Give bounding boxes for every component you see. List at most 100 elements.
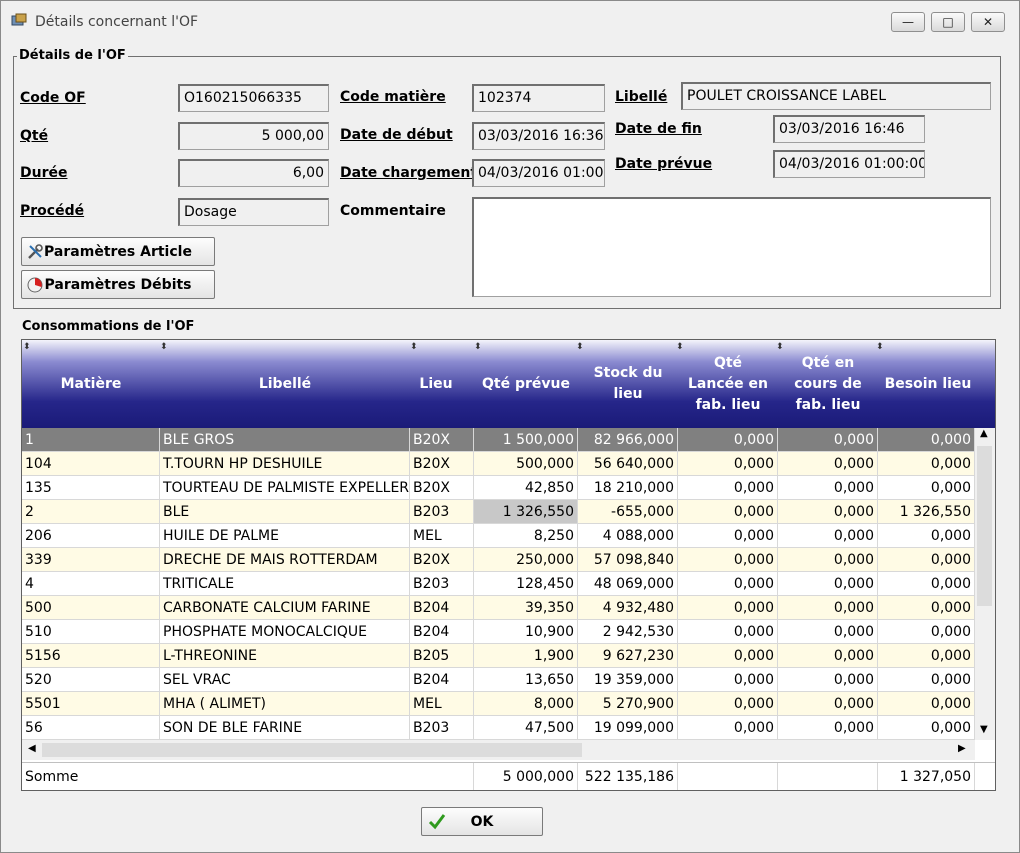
cell-qte-lancee[interactable]: 0,000 [678,620,778,644]
cell-stock[interactable]: 19 099,000 [578,716,678,740]
cell-matiere[interactable]: 2 [22,500,160,524]
cell-libelle[interactable]: DRECHE DE MAIS ROTTERDAM [160,548,410,572]
cell-matiere[interactable]: 4 [22,572,160,596]
cell-besoin[interactable]: 0,000 [878,428,975,452]
cell-matiere[interactable]: 135 [22,476,160,500]
cell-lieu[interactable]: B20X [410,428,474,452]
cell-lieu[interactable]: B20X [410,452,474,476]
cell-stock[interactable]: 19 359,000 [578,668,678,692]
cell-besoin[interactable]: 1 326,550 [878,500,975,524]
cell-qte-en-cours[interactable]: 0,000 [778,620,878,644]
table-row[interactable]: 339 DRECHE DE MAIS ROTTERDAM B20X 250,000 57… [22,548,975,572]
cell-qte-lancee[interactable]: 0,000 [678,524,778,548]
cell-qte-en-cours[interactable]: 0,000 [778,524,878,548]
cell-qte-prevue[interactable]: 8,250 [474,524,578,548]
cell-libelle[interactable]: SEL VRAC [160,668,410,692]
cell-stock[interactable]: -655,000 [578,500,678,524]
scroll-up-icon[interactable]: ▲ [980,428,988,439]
cell-qte-prevue[interactable]: 500,000 [474,452,578,476]
cell-lieu[interactable]: B203 [410,500,474,524]
cell-matiere[interactable]: 1 [22,428,160,452]
cell-qte-lancee[interactable]: 0,000 [678,572,778,596]
cell-matiere[interactable]: 339 [22,548,160,572]
table-row[interactable]: 56 SON DE BLE FARINE B203 47,500 19 099,000 0… [22,716,975,740]
cell-qte-prevue[interactable]: 39,350 [474,596,578,620]
cell-besoin[interactable]: 0,000 [878,452,975,476]
cell-qte-en-cours[interactable]: 0,000 [778,452,878,476]
procede-field[interactable]: Dosage [178,198,329,226]
hscroll-thumb[interactable] [42,743,582,757]
vertical-scrollbar[interactable]: ▲ ▼ [975,428,995,740]
cell-stock[interactable]: 2 942,530 [578,620,678,644]
cell-qte-en-cours[interactable]: 0,000 [778,692,878,716]
libelle-field[interactable]: POULET CROISSANCE LABEL [681,82,991,110]
table-row[interactable]: 206 HUILE DE PALME MEL 8,250 4 088,000 0,000 0… [22,524,975,548]
cell-qte-en-cours[interactable]: 0,000 [778,572,878,596]
table-row[interactable]: 510 PHOSPHATE MONOCALCIQUE B204 10,900 2 942… [22,620,975,644]
col-header-qte-en-cours[interactable]: Qté en cours de fab. lieu [778,340,878,428]
minimize-button[interactable]: — [891,12,925,32]
scroll-right-icon[interactable]: ▶ [958,743,966,754]
cell-qte-en-cours[interactable]: 0,000 [778,476,878,500]
cell-lieu[interactable]: B204 [410,596,474,620]
cell-besoin[interactable]: 0,000 [878,692,975,716]
cell-besoin[interactable]: 0,000 [878,524,975,548]
cell-stock[interactable]: 5 270,900 [578,692,678,716]
duree-field[interactable]: 6,00 [178,159,329,187]
cell-qte-lancee[interactable]: 0,000 [678,716,778,740]
table-row[interactable]: 1 BLE GROS B20X 1 500,000 82 966,000 0,000 0,0… [22,428,975,452]
col-header-besoin[interactable]: Besoin lieu [878,340,978,428]
table-row[interactable]: 500 CARBONATE CALCIUM FARINE B204 39,350 4 9… [22,596,975,620]
cell-qte-lancee[interactable]: 0,000 [678,548,778,572]
ok-button[interactable]: OK [421,807,543,836]
cell-matiere[interactable]: 5501 [22,692,160,716]
cell-qte-en-cours[interactable]: 0,000 [778,596,878,620]
table-row[interactable]: 4 TRITICALE B203 128,450 48 069,000 0,000 0,00… [22,572,975,596]
cell-qte-en-cours[interactable]: 0,000 [778,428,878,452]
cell-qte-lancee[interactable]: 0,000 [678,476,778,500]
cell-lieu[interactable]: B204 [410,668,474,692]
cell-qte-lancee[interactable]: 0,000 [678,644,778,668]
cell-matiere[interactable]: 500 [22,596,160,620]
cell-matiere[interactable]: 56 [22,716,160,740]
horizontal-scrollbar[interactable]: ◀ ▶ [22,740,975,760]
cell-qte-en-cours[interactable]: 0,000 [778,500,878,524]
cell-lieu[interactable]: B20X [410,548,474,572]
cell-besoin[interactable]: 0,000 [878,572,975,596]
scroll-down-icon[interactable]: ▼ [980,724,988,735]
date-fin-field[interactable]: 03/03/2016 16:46 [773,115,925,143]
cell-lieu[interactable]: B204 [410,620,474,644]
cell-qte-prevue[interactable]: 42,850 [474,476,578,500]
cell-libelle[interactable]: SON DE BLE FARINE [160,716,410,740]
cell-qte-en-cours[interactable]: 0,000 [778,668,878,692]
cell-libelle[interactable]: MHA ( ALIMET) [160,692,410,716]
cell-qte-en-cours[interactable]: 0,000 [778,716,878,740]
scroll-left-icon[interactable]: ◀ [28,743,36,754]
cell-besoin[interactable]: 0,000 [878,668,975,692]
cell-qte-prevue[interactable]: 8,000 [474,692,578,716]
close-button[interactable]: ✕ [971,12,1005,32]
cell-qte-lancee[interactable]: 0,000 [678,428,778,452]
col-header-stock[interactable]: Stock du lieu [578,340,678,428]
cell-stock[interactable]: 9 627,230 [578,644,678,668]
cell-qte-en-cours[interactable]: 0,000 [778,548,878,572]
cell-matiere[interactable]: 520 [22,668,160,692]
cell-besoin[interactable]: 0,000 [878,644,975,668]
col-header-matiere[interactable]: Matière [22,340,160,428]
col-header-lieu[interactable]: Lieu [410,340,462,428]
cell-matiere[interactable]: 510 [22,620,160,644]
cell-qte-prevue[interactable]: 1 500,000 [474,428,578,452]
cell-qte-lancee[interactable]: 0,000 [678,692,778,716]
cell-besoin[interactable]: 0,000 [878,620,975,644]
cell-lieu[interactable]: B20X [410,476,474,500]
col-header-qte-prevue[interactable]: Qté prévue [474,340,578,428]
date-chargement-field[interactable]: 04/03/2016 01:00 [472,159,605,187]
cell-qte-prevue[interactable]: 1,900 [474,644,578,668]
maximize-button[interactable]: □ [931,12,965,32]
table-row[interactable]: 520 SEL VRAC B204 13,650 19 359,000 0,000 0,00… [22,668,975,692]
table-row[interactable]: 135 TOURTEAU DE PALMISTE EXPELLER B20X 42,8… [22,476,975,500]
cell-qte-prevue[interactable]: 1 326,550 [474,500,578,524]
cell-lieu[interactable]: MEL [410,524,474,548]
cell-libelle[interactable]: PHOSPHATE MONOCALCIQUE [160,620,410,644]
cell-besoin[interactable]: 0,000 [878,596,975,620]
